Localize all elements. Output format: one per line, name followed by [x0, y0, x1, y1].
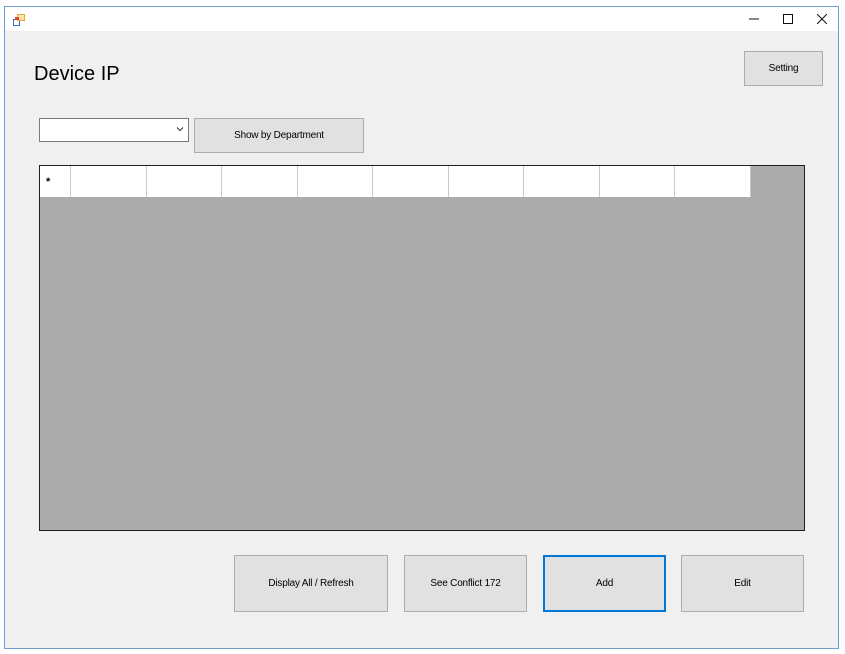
grid-cell[interactable]	[71, 166, 147, 197]
grid-cell[interactable]	[222, 166, 298, 197]
grid-cell[interactable]	[297, 166, 373, 197]
device-ip-grid[interactable]: *	[39, 165, 805, 531]
minimize-icon	[749, 18, 759, 20]
grid-cell[interactable]	[146, 166, 222, 197]
grid-cell[interactable]	[448, 166, 524, 197]
maximize-button[interactable]	[771, 7, 805, 31]
app-icon	[13, 13, 25, 26]
new-row[interactable]: *	[40, 166, 751, 197]
grid-cell[interactable]	[373, 166, 449, 197]
minimize-button[interactable]	[737, 7, 771, 31]
close-button[interactable]	[805, 7, 839, 31]
row-header[interactable]: *	[40, 166, 71, 197]
setting-button[interactable]: Setting	[744, 51, 823, 86]
department-select[interactable]	[39, 118, 189, 142]
grid-cell[interactable]	[675, 166, 751, 197]
see-conflict-button[interactable]: See Conflict 172	[404, 555, 527, 612]
display-all-refresh-button[interactable]: Display All / Refresh	[234, 555, 388, 612]
show-by-department-button[interactable]: Show by Department	[194, 118, 364, 153]
new-row-marker: *	[46, 176, 51, 188]
grid-cell[interactable]	[599, 166, 675, 197]
maximize-icon	[783, 14, 793, 24]
close-icon	[817, 14, 827, 24]
chevron-down-icon	[176, 127, 184, 132]
app-window: Device IP Setting Show by Department * D…	[4, 6, 839, 649]
grid-cell[interactable]	[524, 166, 600, 197]
edit-button[interactable]: Edit	[681, 555, 804, 612]
title-bar	[5, 7, 838, 31]
page-title: Device IP	[34, 63, 120, 85]
add-button[interactable]: Add	[543, 555, 666, 612]
